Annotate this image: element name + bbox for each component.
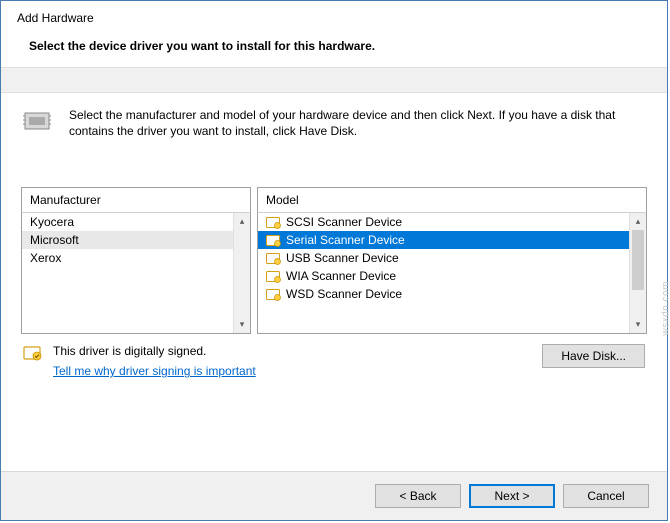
list-item[interactable]: Serial Scanner Device [258,231,629,249]
window-title: Add Hardware [17,11,651,25]
manufacturer-column: Manufacturer KyoceraMicrosoftXerox ▴ ▾ [21,187,251,334]
model-label: USB Scanner Device [286,251,399,265]
instruction-text: Select the manufacturer and model of you… [69,107,647,139]
cancel-button[interactable]: Cancel [563,484,649,508]
manufacturer-header[interactable]: Manufacturer [21,187,251,213]
scroll-track[interactable] [234,230,250,316]
model-column: Model SCSI Scanner Device Serial Scanner … [257,187,647,334]
scrollbar[interactable]: ▴ ▾ [233,213,250,333]
list-item[interactable]: USB Scanner Device [258,249,629,267]
scroll-down-icon[interactable]: ▾ [234,316,250,333]
certificate-icon [266,270,282,283]
model-label: Serial Scanner Device [286,233,405,247]
certificate-icon [266,216,282,229]
wizard-header: Add Hardware Select the device driver yo… [1,1,667,67]
driver-lists: Manufacturer KyoceraMicrosoftXerox ▴ ▾ M… [21,187,647,334]
list-item[interactable]: Xerox [22,249,233,267]
signing-status: This driver is digitally signed. [53,344,256,358]
list-item[interactable]: Microsoft [22,231,233,249]
list-item[interactable]: Kyocera [22,213,233,231]
wizard-footer: < Back Next > Cancel [1,471,667,520]
add-hardware-wizard: Add Hardware Select the device driver yo… [0,0,668,521]
certificate-icon [266,288,282,301]
scroll-thumb[interactable] [632,230,644,290]
list-item[interactable]: WIA Scanner Device [258,267,629,285]
list-item[interactable]: SCSI Scanner Device [258,213,629,231]
list-item[interactable]: WSD Scanner Device [258,285,629,303]
next-button[interactable]: Next > [469,484,555,508]
model-label: WIA Scanner Device [286,269,396,283]
have-disk-button[interactable]: Have Disk... [542,344,645,368]
wizard-content: Select the manufacturer and model of you… [1,93,667,386]
scrollbar[interactable]: ▴ ▾ [629,213,646,333]
model-list[interactable]: SCSI Scanner Device Serial Scanner Device… [258,213,629,333]
instruction-row: Select the manufacturer and model of you… [21,107,647,139]
page-title: Select the device driver you want to ins… [17,39,651,53]
scroll-up-icon[interactable]: ▴ [630,213,646,230]
scroll-down-icon[interactable]: ▾ [630,316,646,333]
back-button[interactable]: < Back [375,484,461,508]
scroll-up-icon[interactable]: ▴ [234,213,250,230]
model-label: SCSI Scanner Device [286,215,402,229]
certificate-icon [266,234,282,247]
signed-badge-icon [23,344,43,362]
manufacturer-list[interactable]: KyoceraMicrosoftXerox [22,213,233,333]
header-divider [1,67,667,93]
watermark: wsxdn.com [661,281,670,336]
hardware-chip-icon [21,107,57,135]
certificate-icon [266,252,282,265]
signing-row: This driver is digitally signed. Tell me… [21,344,647,378]
model-label: WSD Scanner Device [286,287,402,301]
signing-help-link[interactable]: Tell me why driver signing is important [53,364,256,378]
scroll-track[interactable] [630,230,646,316]
model-header[interactable]: Model [257,187,647,213]
